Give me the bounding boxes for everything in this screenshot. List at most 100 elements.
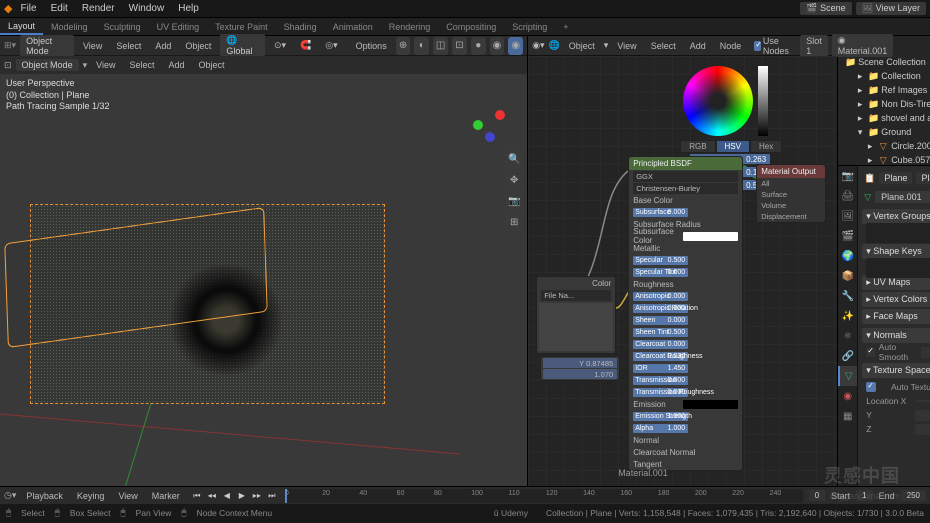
orientation-selector[interactable]: 🌐 Global [220,34,265,57]
bsdf-base-color[interactable]: Base Color [629,194,742,206]
viewport-select-menu[interactable]: Select [111,40,146,52]
facemaps-header[interactable]: ▸ Face Maps [862,309,930,324]
outliner-ref-images[interactable]: ▸📁Ref Images👁📷 [841,83,930,97]
tl-playback[interactable]: Playback [22,491,67,501]
bsdf-anisotropic[interactable]: Anisotropic0.000 [629,290,742,302]
tab-shading[interactable]: Shading [276,20,325,34]
normals-header[interactable]: ▾ Normals [862,328,930,343]
xray-icon[interactable]: ◫ [433,37,448,55]
bsdf-subsurface[interactable]: Subsurface0.000 [629,206,742,218]
ptab-view[interactable]: 🖼 [838,206,857,226]
shading-matprev-icon[interactable]: ◉ [490,37,505,55]
jump-end-icon[interactable]: ⏭ [265,489,279,503]
loc-y[interactable]: 8.49 cm [915,410,930,421]
tab-hsv[interactable]: HSV [716,140,750,153]
viewport-add-menu[interactable]: Add [150,40,176,52]
timeline-editor-icon[interactable]: ◷▾ [4,490,16,501]
value-node[interactable]: Y 0.87485 1.070 [540,356,620,381]
ptab-constraint[interactable]: 🔗 [838,346,857,366]
tab-scripting[interactable]: Scripting [504,20,555,34]
bsdf-alpha[interactable]: Alpha1.000 [629,422,742,434]
current-frame[interactable]: 0 [809,490,825,501]
tab-compositing[interactable]: Compositing [438,20,504,34]
node-add[interactable]: Add [685,40,711,52]
menu-edit[interactable]: Edit [45,1,74,16]
shape-keys-header[interactable]: ▾ Shape Keys [862,244,930,259]
bsdf-clearcoat-normal[interactable]: Clearcoat Normal [629,446,742,458]
bsdf-clearcoat[interactable]: Clearcoat0.000 [629,338,742,350]
node-select[interactable]: Select [646,40,681,52]
snap-icon[interactable]: 🧲 [295,39,316,52]
obj-tab-1[interactable]: Plane [879,172,912,184]
tab-animation[interactable]: Animation [325,20,381,34]
bsdf-distribution[interactable]: GGX [633,171,738,182]
tab-texpaint[interactable]: Texture Paint [207,20,276,34]
slot-selector[interactable]: Slot 1 [800,35,828,57]
value-slider-bar[interactable] [758,66,768,136]
scene-selector[interactable]: 🎬 Scene [800,2,851,15]
overlay-toggle-icon[interactable]: ◐ [414,37,429,55]
autotex-check[interactable] [866,382,876,392]
zoom-icon[interactable]: 🔍 [505,150,523,168]
material-output-node[interactable]: Material Output All Surface Volume Displ… [756,164,826,223]
tab-uvediting[interactable]: UV Editing [149,20,208,34]
bsdf-specular-tint[interactable]: Specular Tint0.000 [629,266,742,278]
end-frame[interactable]: 250 [901,490,926,501]
bsdf-specular[interactable]: Specular0.500 [629,254,742,266]
tab-sculpting[interactable]: Sculpting [96,20,149,34]
prev-key-icon[interactable]: ◂◂ [205,489,219,503]
mode-icon[interactable]: ⊡ [4,60,12,71]
ptab-world[interactable]: 🌍 [838,246,857,266]
bsdf-transmission-roughness[interactable]: Transmission Roughness0.000 [629,386,742,398]
node-view[interactable]: View [612,40,641,52]
tab-rgb[interactable]: RGB [680,140,715,153]
jump-start-icon[interactable]: ⏮ [190,489,204,503]
tl-view[interactable]: View [114,491,141,501]
menu-window[interactable]: Window [123,1,171,16]
menu-file[interactable]: File [14,1,42,16]
image-texture-node[interactable]: Color File Na... [536,276,616,354]
node-canvas[interactable]: RGB HSV Hex H0.263 S0.197 V0.557 Materia… [528,56,837,486]
bsdf-ior[interactable]: IOR1.450 [629,362,742,374]
ptab-particle[interactable]: ✨ [838,306,857,326]
timeline-track[interactable]: 020406080100110120140160180200220240 [285,489,803,503]
node-editor-icon[interactable]: ◉▾ [532,40,544,51]
node-object-label[interactable]: Object [564,40,600,52]
tl-keying[interactable]: Keying [73,491,109,501]
loc-z[interactable]: 7.3 cm [915,424,930,435]
persp-icon[interactable]: ⊞ [505,213,523,231]
vcolors-header[interactable]: ▸ Vertex Colors [862,292,930,307]
ptab-physics[interactable]: ⚛ [838,326,857,346]
tab-rendering[interactable]: Rendering [381,20,439,34]
mode-dropdown[interactable]: Object Mode [16,59,79,71]
outliner-non-dis-tire[interactable]: ▸📁Non Dis-Tire👁📷 [841,97,930,111]
viewport-object-menu[interactable]: Object [180,40,216,52]
outliner-ground[interactable]: ▾📁Ground👁📷 [841,125,930,139]
ptab-material[interactable]: ◉ [838,386,857,406]
tab-modeling[interactable]: Modeling [43,20,96,34]
loc-x[interactable] [915,400,930,402]
bsdf-subsurface-color[interactable]: Subsurface Color [629,230,742,242]
options-menu[interactable]: Options [351,40,392,52]
camera-view-icon[interactable]: 📷 [505,192,523,210]
proportional-icon[interactable]: ◎▾ [320,39,342,52]
sub-add[interactable]: Add [163,59,189,71]
viewport-canvas[interactable]: User Perspective (0) Collection | Plane … [0,74,527,486]
pivot-icon[interactable]: ⊙▾ [269,39,291,52]
coord-scale[interactable]: 1.070 [543,369,617,379]
viewport-view-menu[interactable]: View [78,40,107,52]
outliner-circle-200[interactable]: ▸▽Circle.200👁📷 [841,139,930,153]
bsdf-sss-method[interactable]: Christensen-Burley [633,183,738,194]
shading-wire-icon[interactable]: ⊡ [452,37,467,55]
gizmo-toggle-icon[interactable]: ⊕ [396,37,411,55]
ptab-scene[interactable]: 🎬 [838,226,857,246]
shading-solid-icon[interactable]: ● [471,37,486,55]
mode-selector[interactable]: Object Mode [20,35,74,57]
ptab-texture[interactable]: ▦ [838,406,857,426]
bsdf-metallic[interactable]: Metallic [629,242,742,254]
use-nodes-toggle[interactable]: Use Nodes [750,36,796,56]
bsdf-emission-strength[interactable]: Emission Strength1.000 [629,410,742,422]
bsdf-sheen-tint[interactable]: Sheen Tint0.500 [629,326,742,338]
tl-marker[interactable]: Marker [148,491,184,501]
menu-render[interactable]: Render [76,1,121,16]
